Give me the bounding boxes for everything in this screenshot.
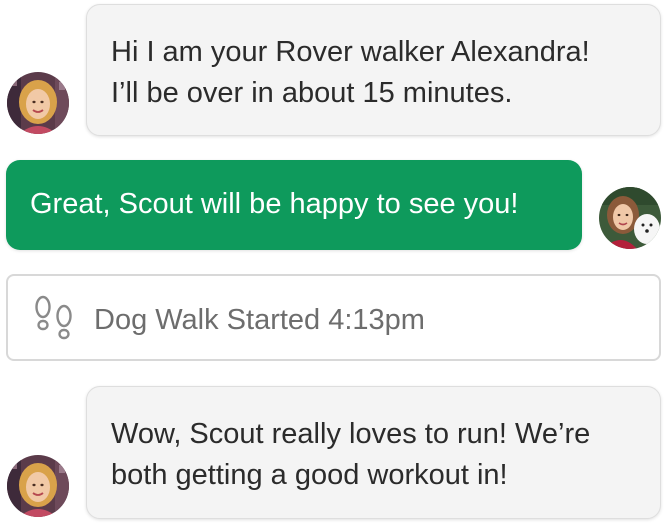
message-text: Wow, Scout really loves to run! We’re xyxy=(111,418,591,450)
walker-avatar[interactable] xyxy=(7,72,69,134)
message-bubble-outgoing: Great, Scout will be happy to see you! xyxy=(6,160,582,250)
message-bubble-incoming: Hi I am your Rover walker Alexandra! I’l… xyxy=(86,4,661,136)
message-text: I’ll be over in about 15 minutes. xyxy=(111,77,513,109)
message-bubble-incoming: Wow, Scout really loves to run! We’re bo… xyxy=(86,386,661,519)
walker-avatar[interactable] xyxy=(7,455,69,517)
message-text: Great, Scout will be happy to see you! xyxy=(30,188,519,220)
owner-avatar[interactable] xyxy=(599,187,661,249)
chat-thread: Hi I am your Rover walker Alexandra! I’l… xyxy=(0,0,668,526)
message-text: both getting a good workout in! xyxy=(111,459,508,491)
walk-started-event: Dog Walk Started 4:13pm xyxy=(6,274,661,361)
message-text: Hi I am your Rover walker Alexandra! xyxy=(111,36,590,68)
footprints-icon xyxy=(32,294,78,344)
event-text: Dog Walk Started 4:13pm xyxy=(94,304,425,336)
